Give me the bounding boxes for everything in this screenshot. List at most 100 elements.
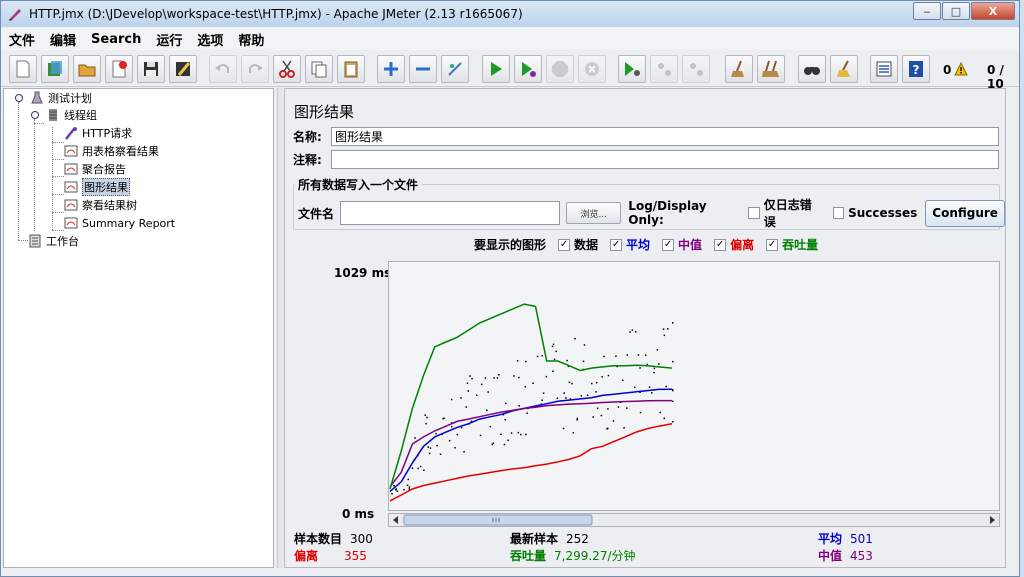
data-point: [639, 367, 641, 369]
samples-label: 样本数目: [294, 532, 343, 546]
data-point: [562, 427, 565, 430]
filename-input[interactable]: [339, 201, 561, 225]
shutdown-button[interactable]: [578, 55, 606, 83]
redo-button[interactable]: [241, 55, 269, 83]
minimize-button[interactable]: ‒: [913, 2, 941, 20]
remote-exit-button[interactable]: [682, 55, 710, 83]
data-point: [403, 489, 405, 491]
menu-search[interactable]: Search: [83, 32, 148, 47]
start-no-pauses-button[interactable]: [514, 55, 542, 83]
clear-all-button[interactable]: [757, 55, 785, 83]
data-point: [451, 426, 453, 428]
start-button[interactable]: [482, 55, 510, 83]
data-point: [491, 443, 494, 446]
legend-deviation[interactable]: ✓ 偏离: [714, 236, 754, 253]
browse-button[interactable]: 浏览...: [566, 202, 622, 224]
data-point: [407, 478, 409, 481]
deviation-checkbox[interactable]: ✓: [714, 238, 727, 251]
name-input[interactable]: [331, 127, 999, 146]
collapse-button[interactable]: [409, 55, 437, 83]
samples-value: 300: [350, 532, 373, 546]
comment-input[interactable]: [331, 150, 999, 169]
remote-stop-button[interactable]: [650, 55, 678, 83]
errors-only-checkbox[interactable]: [748, 207, 760, 219]
data-point: [516, 360, 519, 362]
legend-average[interactable]: ✓ 平均: [610, 236, 650, 253]
title-bar[interactable]: HTTP.jmx (D:\JDevelop\workspace-test\HTT…: [1, 1, 1019, 27]
close-file-button[interactable]: [105, 55, 133, 83]
toggle-button[interactable]: [441, 55, 469, 83]
menu-options[interactable]: 选项: [189, 30, 230, 49]
stop-button[interactable]: [546, 55, 574, 83]
data-checkbox[interactable]: ✓: [558, 238, 571, 251]
average-checkbox[interactable]: ✓: [610, 238, 623, 251]
tree-node-table-results[interactable]: 用表格察看结果: [64, 143, 159, 159]
paste-button[interactable]: [337, 55, 365, 83]
menu-help[interactable]: 帮助: [230, 30, 271, 49]
listener-gauge-icon: [64, 198, 78, 212]
tree-node-results-tree[interactable]: 察看结果树: [64, 197, 137, 213]
legend-median[interactable]: ✓ 中值: [662, 236, 702, 253]
search-button[interactable]: [798, 55, 826, 83]
menu-file[interactable]: 文件: [1, 30, 42, 49]
help-button[interactable]: ?: [902, 55, 930, 83]
data-point: [656, 349, 659, 351]
copy-button[interactable]: [305, 55, 333, 83]
expand-toggle-icon[interactable]: [28, 108, 42, 122]
templates-button[interactable]: [41, 55, 69, 83]
copy-icon: [311, 61, 327, 78]
data-point: [553, 358, 556, 361]
data-point: [541, 399, 543, 401]
data-point: [450, 398, 453, 401]
legend-throughput[interactable]: ✓ 吞吐量: [766, 236, 818, 253]
warning-icon[interactable]: [954, 62, 968, 76]
data-point: [493, 377, 495, 379]
broom-icon: [731, 60, 744, 77]
menu-edit[interactable]: 编辑: [42, 30, 83, 49]
tree-node-aggregate-report[interactable]: 聚合报告: [64, 161, 126, 177]
maximize-button[interactable]: □: [942, 2, 970, 20]
stat-average: 平均 501: [818, 530, 873, 547]
scroll-right-arrow-icon[interactable]: [990, 516, 995, 524]
configure-button[interactable]: Configure: [925, 199, 1005, 227]
data-point: [663, 334, 666, 337]
tree-node-thread-group[interactable]: 线程组: [28, 107, 97, 123]
open-button[interactable]: [73, 55, 101, 83]
tree-node-graph-results[interactable]: 图形结果: [64, 178, 130, 196]
tree-node-summary-report[interactable]: Summary Report: [64, 215, 175, 231]
tree-node-workbench[interactable]: 工作台: [28, 233, 79, 249]
tree-node-test-plan[interactable]: 测试计划: [12, 90, 92, 106]
expand-toggle-icon[interactable]: [12, 91, 26, 105]
data-point: [563, 392, 565, 394]
expand-button[interactable]: [377, 55, 405, 83]
data-point: [411, 467, 414, 469]
new-button[interactable]: [9, 55, 37, 83]
list-icon: [876, 61, 892, 77]
clear-button[interactable]: [725, 55, 753, 83]
legend-throughput-label: 吞吐量: [782, 238, 819, 252]
data-point: [428, 452, 431, 455]
save-button[interactable]: [137, 55, 165, 83]
successes-checkbox[interactable]: [832, 207, 845, 219]
median-checkbox[interactable]: ✓: [662, 238, 675, 251]
cut-button[interactable]: [273, 55, 301, 83]
save-as-button[interactable]: [169, 55, 197, 83]
scroll-left-arrow-icon[interactable]: [393, 516, 398, 524]
undo-button[interactable]: [209, 55, 237, 83]
scrollbar-thumb[interactable]: [403, 514, 593, 526]
split-pane-divider[interactable]: [277, 88, 283, 568]
reset-search-button[interactable]: [830, 55, 858, 83]
throughput-checkbox[interactable]: ✓: [766, 238, 779, 251]
tree-node-http-request[interactable]: HTTP请求: [64, 125, 132, 141]
y-axis-max-label: 1029 ms: [334, 266, 392, 280]
minus-icon: [416, 67, 430, 71]
remote-start-button[interactable]: [618, 55, 646, 83]
close-button[interactable]: X: [971, 2, 1015, 20]
data-point: [672, 389, 674, 391]
graph-horizontal-scrollbar[interactable]: [388, 513, 1000, 527]
menu-run[interactable]: 运行: [148, 30, 189, 49]
function-helper-button[interactable]: [870, 55, 898, 83]
remote-exit-icon: [690, 63, 703, 76]
median-value: 453: [850, 549, 873, 563]
legend-data[interactable]: ✓ 数据: [558, 236, 598, 253]
